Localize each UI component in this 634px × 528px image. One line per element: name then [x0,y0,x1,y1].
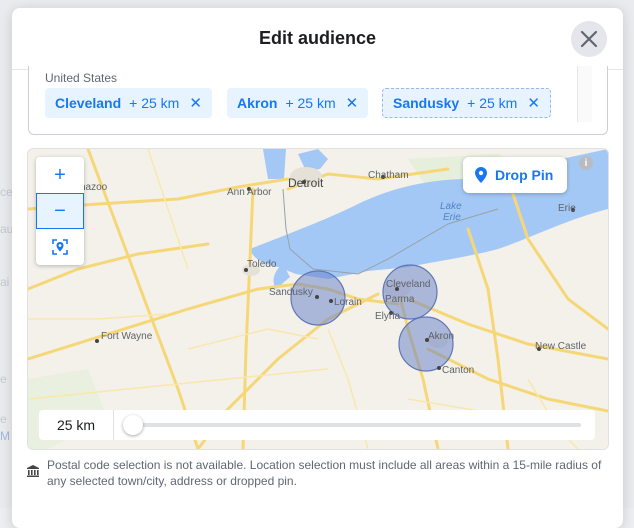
map-label-cleveland: Cleveland [386,279,431,290]
map-label-new-castle: New Castle [535,341,587,352]
map-label-kalamazoo: nazoo [80,182,108,193]
location-chip-cleveland[interactable]: Cleveland + 25 km ✕ [45,88,212,118]
background-text: ce [0,185,13,199]
map-label-akron: Akron [428,331,455,342]
map-label-detroit: Detroit [288,176,324,190]
background-text: e [0,372,7,386]
background-text: e [0,412,7,426]
map-label-elyria: Elyria [375,311,401,322]
map-label-lake-erie: Lake [440,201,462,212]
map-label-lorain: Lorain [334,297,362,308]
chip-radius-label: + 25 km [129,95,180,111]
map-label-sandusky: Sandusky [269,287,313,298]
radius-slider-track[interactable] [135,423,581,427]
chip-radius-label: + 25 km [285,95,336,111]
drop-pin-button[interactable]: Drop Pin [463,157,568,193]
info-icon[interactable]: i [579,156,593,170]
radius-slider: 25 km [39,410,595,440]
location-note: Postal code selection is not available. … [27,457,607,489]
modal-title: Edit audience [258,28,377,48]
background-link: M [0,429,10,443]
map-label-parma: Parma [385,294,415,305]
location-map[interactable]: Detroit Ann Arbor Chatham Lake Erie Erie… [27,148,609,450]
drop-pin-label: Drop Pin [495,167,554,183]
remove-location-icon[interactable]: ✕ [527,96,540,111]
map-label-ann-arbor: Ann Arbor [227,187,272,198]
map-label-canton: Canton [442,365,475,376]
radius-value: 25 km [39,410,114,440]
chip-city-label: Sandusky [393,95,460,111]
map-label-erie: Erie [558,203,576,214]
map-canvas [28,149,608,449]
map-pin-icon [475,167,487,183]
map-label-fort-wayne: Fort Wayne [101,331,153,342]
institution-icon [27,465,39,477]
location-chip-akron[interactable]: Akron + 25 km ✕ [227,88,369,118]
remove-location-icon[interactable]: ✕ [346,96,359,111]
edit-audience-modal: Edit audience United States Cleveland + … [12,8,623,528]
chip-city-label: Cleveland [55,95,122,111]
radius-slider-thumb[interactable] [123,415,143,435]
locations-scrollbar[interactable] [577,66,592,122]
remove-location-icon[interactable]: ✕ [189,96,202,111]
location-note-text: Postal code selection is not available. … [47,458,602,488]
locate-me-icon [52,239,68,255]
chip-radius-label: + 25 km [467,95,518,111]
chip-city-label: Akron [237,95,278,111]
location-chip-sandusky[interactable]: Sandusky + 25 km ✕ [382,88,551,118]
close-button[interactable] [571,21,607,57]
close-icon [580,30,598,48]
map-label-toledo: Toledo [247,259,277,270]
background-text: ai [0,275,10,289]
location-country-label: United States [45,71,118,85]
zoom-out-button[interactable]: − [36,193,84,229]
map-label-chatham: Chatham [368,170,409,181]
zoom-in-button[interactable]: + [36,157,84,193]
map-zoom-controls: + − [36,157,84,265]
locate-button[interactable] [36,229,84,265]
map-label-lake-erie: Erie [443,212,461,223]
selected-locations-box: United States Cleveland + 25 km ✕ Akron … [28,66,608,135]
